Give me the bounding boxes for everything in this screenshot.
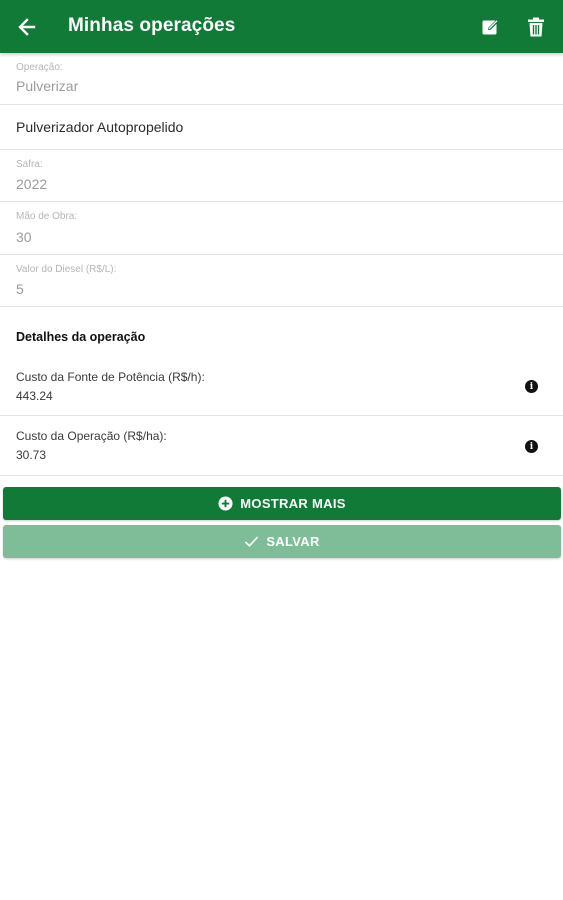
edit-square-icon (482, 19, 499, 35)
field-safra-label: Safra: (16, 159, 43, 170)
check-icon (244, 535, 259, 548)
info-icon[interactable]: i (525, 380, 538, 393)
field-mao-de-obra[interactable]: Mão de Obra: 30 (0, 202, 563, 255)
field-valor-diesel[interactable]: Valor do Diesel (R$/L): 5 (0, 255, 563, 307)
delete-button[interactable] (523, 14, 549, 40)
field-safra[interactable]: Safra: 2022 (0, 150, 563, 202)
trash-icon (528, 17, 544, 37)
edit-button[interactable] (478, 14, 504, 40)
page-title: Minhas operações (68, 15, 236, 36)
show-more-label: MOSTRAR MAIS (240, 496, 346, 511)
details-section-title: Detalhes da operação (16, 330, 146, 344)
detail-item-label: Custo da Operação (R$/ha): (16, 429, 167, 443)
show-more-button[interactable]: MOSTRAR MAIS (3, 487, 561, 520)
field-operacao-label: Operação: (16, 62, 63, 73)
save-label: SALVAR (266, 534, 320, 549)
arrow-left-icon (18, 18, 36, 36)
plus-circle-icon (218, 496, 233, 511)
detail-item-value: 443.24 (16, 389, 53, 403)
detail-item: Custo da Operação (R$/ha): 30.73 i (0, 416, 563, 476)
field-equipamento-value: Pulverizador Autopropelido (16, 119, 184, 135)
field-operacao[interactable]: Operação: Pulverizar (0, 53, 563, 105)
app-bar: Minhas operações (0, 0, 563, 53)
info-icon[interactable]: i (525, 440, 538, 453)
field-mao-de-obra-label: Mão de Obra: (16, 211, 78, 222)
field-operacao-value: Pulverizar (16, 78, 79, 94)
detail-item-value: 30.73 (16, 448, 47, 462)
field-valor-diesel-value: 5 (16, 281, 24, 297)
detail-item: Custo da Fonte de Potência (R$/h): 443.2… (0, 356, 563, 416)
field-mao-de-obra-value: 30 (16, 229, 32, 245)
field-equipamento[interactable]: Pulverizador Autopropelido (0, 105, 563, 150)
app-screen: Minhas operações Operação: Pulverizar Pu… (0, 0, 563, 900)
save-button[interactable]: SALVAR (3, 525, 561, 558)
detail-item-label: Custo da Fonte de Potência (R$/h): (16, 370, 205, 384)
back-button[interactable] (14, 14, 40, 40)
field-valor-diesel-label: Valor do Diesel (R$/L): (16, 264, 117, 275)
field-safra-value: 2022 (16, 176, 48, 192)
